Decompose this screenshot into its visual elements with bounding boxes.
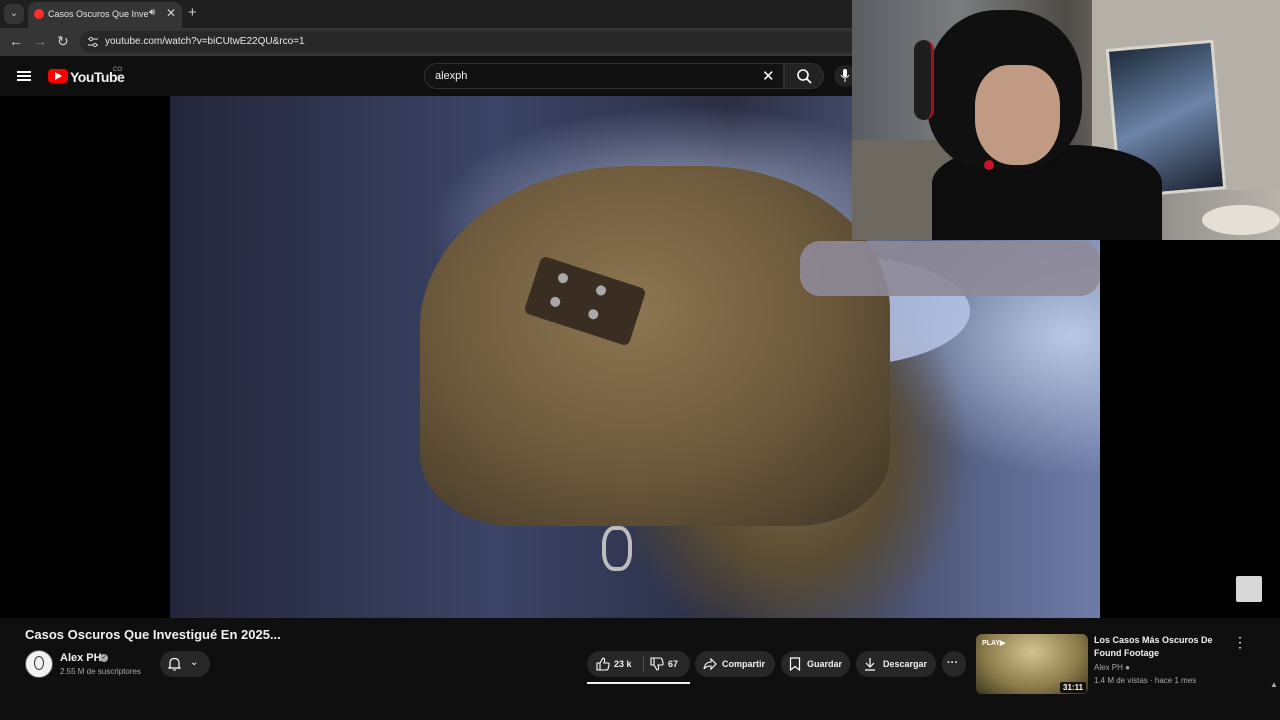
channel-watermark-icon[interactable] [1236,576,1262,602]
verified-icon: ● [1125,663,1130,672]
video-backpack [420,166,890,526]
webcam-person-face [975,65,1060,165]
chevron-down-icon: ⌄ [190,657,199,668]
video-details: Casos Oscuros Que Investigué En 2025... … [0,618,1280,694]
recommended-thumbnail[interactable]: PLAY▶ 31:11 [976,634,1088,694]
download-button[interactable]: Descargar [856,651,936,677]
back-icon[interactable]: ← [9,33,23,49]
subscriber-count: 2.55 M de suscriptores [60,667,141,676]
thumbs-up-icon [596,657,610,671]
search-icon [797,69,812,84]
recommended-meta: 1.4 M de vistas · hace 1 mes [1094,676,1197,685]
webcam-overlay [852,0,1280,240]
address-bar[interactable]: youtube.com/watch?v=biCUtwE22QU&rco=1 [80,31,860,53]
download-label: Descargar [883,659,928,669]
hamburger-menu-icon[interactable] [17,71,31,81]
reload-icon[interactable]: ↻ [57,33,69,50]
channel-avatar[interactable] [25,650,53,678]
webcam-headset [914,40,934,120]
tab-title: Casos Oscuros Que Investigué En 2025... [48,9,148,19]
youtube-logo-icon[interactable] [48,69,68,83]
tab-close-icon[interactable]: ✕ [166,6,176,20]
notifications-button[interactable]: ⌄ [160,651,210,677]
thumbs-down-icon [650,657,664,671]
like-divider [643,657,644,671]
video-duration: 31:11 [1060,682,1087,693]
site-settings-icon[interactable] [87,36,99,48]
kebab-menu-icon[interactable]: ⋮ [1233,634,1247,651]
verified-icon: ✓ [100,654,108,662]
share-button[interactable]: Compartir [695,651,775,677]
dislike-button[interactable]: 67 [647,651,687,677]
youtube-favicon-icon [34,9,44,19]
audio-playing-icon[interactable]: 🔊︎ [149,7,155,18]
share-label: Compartir [722,659,766,669]
dislike-count: 67 [668,659,679,669]
like-button[interactable]: 23 k [593,651,643,677]
like-dislike-group: 23 k 67 [587,651,690,677]
country-code: CO [113,67,122,73]
tab-search-dropdown-icon[interactable]: ⌄ [4,4,24,24]
webcam-headset-mic [984,160,994,170]
search-query-text: alexph [435,70,468,82]
save-button[interactable]: Guardar [781,651,850,677]
download-icon [865,658,875,671]
url-text: youtube.com/watch?v=biCUtwE22QU&rco=1 [105,36,305,47]
scroll-down-arrow-icon[interactable]: ▲ [1270,680,1278,689]
new-tab-icon[interactable]: + [188,4,197,21]
microphone-icon [840,69,850,82]
bookmark-icon [789,657,801,671]
like-count: 23 k [614,659,632,669]
video-title: Casos Oscuros Que Investigué En 2025... [25,627,281,642]
recommended-channel-name: Alex PH [1094,663,1123,672]
share-icon [703,657,717,671]
save-label: Guardar [807,659,843,669]
clear-search-icon[interactable]: ✕ [762,67,775,85]
webcam-plate [1202,205,1280,235]
forward-icon[interactable]: → [33,33,47,49]
recommended-channel[interactable]: Alex PH ● [1094,663,1130,672]
video-clasp [602,526,632,571]
play-badge: PLAY▶ [982,640,1006,647]
bell-icon [168,657,181,671]
video-arm [800,241,1100,296]
search-button[interactable] [784,63,824,89]
search-input[interactable]: alexph ✕ [424,63,784,89]
more-horizontal-icon: ··· [947,657,958,669]
channel-name[interactable]: Alex PH [60,652,102,664]
like-active-indicator [587,682,690,684]
more-actions-button[interactable]: ··· [942,651,966,677]
recommended-title[interactable]: Los Casos Más Oscuros De Found Footage [1094,634,1219,660]
browser-tab[interactable]: Casos Oscuros Que Investigué En 2025... … [28,2,182,28]
